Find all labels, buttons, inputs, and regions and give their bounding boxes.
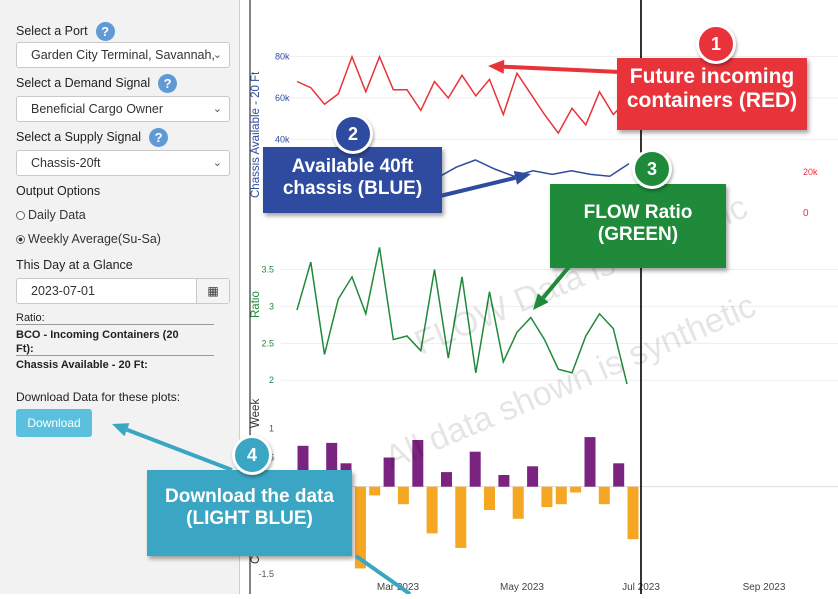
- callout-badge-4: 4: [232, 435, 272, 475]
- bar: [441, 472, 452, 487]
- bar: [613, 463, 625, 487]
- x-tick-label: Sep 2023: [743, 582, 786, 593]
- bar: [498, 475, 510, 487]
- y-tick-label: 1: [269, 423, 274, 433]
- right-tick-label: 0: [803, 208, 809, 219]
- port-select[interactable]: Garden City Terminal, Savannah, ⌄: [16, 42, 230, 68]
- download-button[interactable]: Download: [16, 409, 92, 437]
- chevron-down-icon: ⌄: [212, 103, 222, 115]
- demand-label: Select a Demand Signal?: [16, 74, 178, 93]
- bar: [555, 486, 567, 505]
- callout-green: FLOW Ratio (GREEN): [550, 184, 726, 268]
- radio-unchecked-icon: [16, 211, 25, 220]
- y-tick-label: 2.5: [261, 338, 274, 348]
- y-axis-title-change: Week: [250, 399, 262, 428]
- bar: [369, 486, 381, 496]
- radio-weekly-average[interactable]: Weekly Average(Su-Sa): [16, 232, 161, 246]
- date-input[interactable]: 2023-07-01 ▦: [16, 278, 230, 304]
- x-tick-label: Mar 2023: [377, 582, 420, 593]
- chevron-down-icon: ⌄: [212, 157, 222, 169]
- supply-select-value: Chassis-20ft: [31, 156, 101, 170]
- supply-select[interactable]: Chassis-20ft ⌄: [16, 150, 230, 176]
- y-axis-title-chassis: Chassis Available - 20 Ft: [250, 71, 262, 198]
- radio-checked-icon: [16, 235, 25, 244]
- y-tick-label: 2: [269, 375, 274, 385]
- demand-select-value: Beneficial Cargo Owner: [31, 102, 164, 116]
- bar: [541, 486, 553, 508]
- supply-help-icon[interactable]: ?: [149, 128, 169, 147]
- bco-label-line2: Ft):: [16, 343, 34, 355]
- callout-badge-1: 1: [696, 24, 736, 64]
- bar: [426, 486, 438, 534]
- y-tick-label: 60k: [275, 93, 290, 103]
- y-tick-label: 80k: [275, 52, 290, 62]
- bar: [397, 486, 409, 505]
- port-label: Select a Port?: [16, 22, 115, 41]
- bar: [570, 486, 582, 493]
- bar: [455, 486, 467, 548]
- x-tick-label: May 2023: [500, 582, 544, 593]
- right-tick-label: 20k: [803, 167, 818, 177]
- bar: [527, 466, 539, 487]
- date-input-value: 2023-07-01: [31, 284, 95, 298]
- y-tick-label: -1.5: [258, 569, 274, 579]
- chevron-down-icon: ⌄: [212, 49, 222, 61]
- radio-daily-data[interactable]: Daily Data: [16, 208, 86, 222]
- bar: [598, 486, 610, 505]
- bar: [627, 486, 639, 540]
- bco-divider: [16, 355, 214, 356]
- ratio-label: Ratio:: [16, 312, 45, 324]
- y-tick-label: 40k: [275, 134, 290, 144]
- callout-badge-3: 3: [632, 149, 672, 189]
- callout-badge-2: 2: [333, 114, 373, 154]
- bar: [469, 451, 481, 487]
- callout-blue: Available 40ft chassis (BLUE): [263, 147, 442, 213]
- bco-label-line1: BCO - Incoming Containers (20: [16, 329, 179, 341]
- calendar-icon[interactable]: ▦: [196, 279, 229, 303]
- supply-label: Select a Supply Signal?: [16, 128, 169, 147]
- y-tick-label: 3: [269, 301, 274, 311]
- output-options-label: Output Options: [16, 184, 101, 198]
- port-select-value: Garden City Terminal, Savannah,: [31, 48, 215, 62]
- download-prompt: Download Data for these plots:: [16, 390, 181, 404]
- y-axis-title-change: C: [250, 556, 262, 564]
- y-axis-title-ratio: Ratio: [250, 291, 262, 318]
- demand-help-icon[interactable]: ?: [158, 74, 178, 93]
- bar: [354, 486, 366, 569]
- y-tick-label: 3.5: [261, 265, 274, 275]
- port-help-icon[interactable]: ?: [95, 22, 115, 41]
- ratio-divider: [16, 324, 214, 325]
- bar: [484, 486, 495, 510]
- callout-lightblue: Download the data (LIGHT BLUE): [147, 470, 352, 556]
- demand-select[interactable]: Beneficial Cargo Owner ⌄: [16, 96, 230, 122]
- bar: [512, 486, 524, 519]
- callout-red: Future incoming containers (RED): [617, 58, 807, 130]
- bar: [584, 437, 596, 487]
- chassis-label: Chassis Available - 20 Ft:: [16, 359, 148, 371]
- glance-label: This Day at a Glance: [16, 258, 133, 272]
